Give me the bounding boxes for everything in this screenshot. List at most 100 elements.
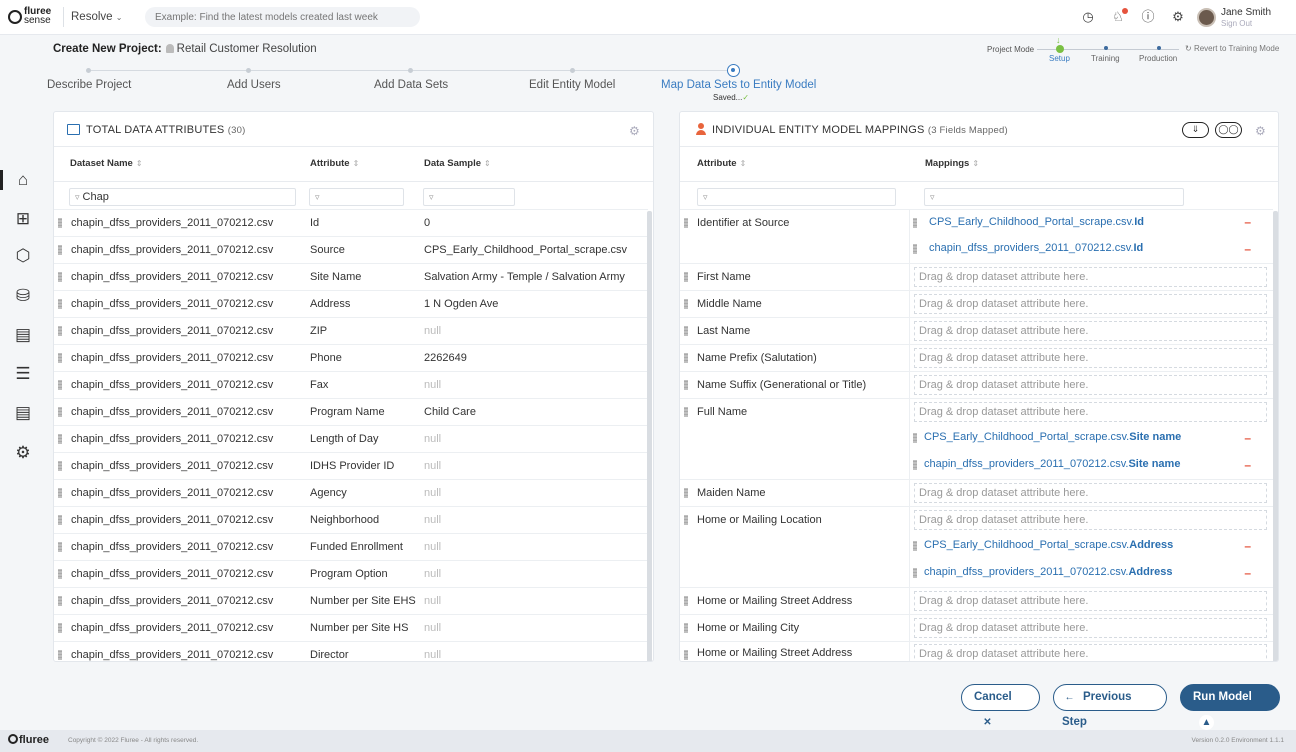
drag-handle-icon[interactable]	[58, 326, 62, 336]
drag-handle-icon[interactable]	[684, 353, 688, 363]
table-row[interactable]: chapin_dfss_providers_2011_070212.csv Pro…	[54, 398, 648, 425]
database-icon[interactable]: ⛁	[13, 286, 33, 306]
remove-mapping-icon[interactable]: –	[1244, 566, 1251, 580]
wizard-step-add-datasets[interactable]: Add Data Sets	[374, 79, 448, 91]
table-row[interactable]: chapin_dfss_providers_2011_070212.csv Add…	[54, 290, 648, 317]
filter-entity-attribute-input[interactable]: ▿	[697, 188, 896, 206]
drop-zone[interactable]: Drag & drop dataset attribute here.	[914, 644, 1267, 661]
drop-zone[interactable]: Drag & drop dataset attribute here.	[914, 510, 1267, 530]
fluree-sense-logo[interactable]: fluree sense	[8, 7, 51, 26]
help-icon[interactable]: ⓘ	[1140, 9, 1156, 25]
document-icon[interactable]: ▤	[13, 325, 33, 345]
table-row[interactable]: chapin_dfss_providers_2011_070212.csv Dir…	[54, 641, 648, 661]
table-row[interactable]: chapin_dfss_providers_2011_070212.csv Num…	[54, 614, 648, 641]
col-mappings[interactable]: Mappings ⇕	[925, 158, 979, 169]
wizard-dot-1[interactable]	[86, 68, 91, 73]
grid-icon[interactable]: ⊞	[13, 209, 33, 229]
drag-handle-icon[interactable]	[913, 218, 917, 228]
cube-icon[interactable]: ⬡	[13, 246, 33, 266]
remove-mapping-icon[interactable]: –	[1244, 215, 1251, 229]
table-row[interactable]: chapin_dfss_providers_2011_070212.csv Pro…	[54, 560, 648, 587]
drag-handle-icon[interactable]	[913, 460, 917, 470]
drag-handle-icon[interactable]	[58, 542, 62, 552]
mapped-attribute[interactable]: CPS_Early_Childhood_Portal_scrape.csv.Ad…	[924, 539, 1173, 551]
mode-step-production[interactable]: Production	[1139, 54, 1177, 63]
bell-icon[interactable]: ♘	[1110, 8, 1128, 25]
drag-handle-icon[interactable]	[58, 569, 62, 579]
drag-handle-icon[interactable]	[58, 380, 62, 390]
table-row[interactable]: chapin_dfss_providers_2011_070212.csv Fun…	[54, 533, 648, 560]
drop-zone[interactable]: Drag & drop dataset attribute here.	[914, 402, 1267, 422]
drag-handle-icon[interactable]	[58, 461, 62, 471]
wizard-dot-4[interactable]	[570, 68, 575, 73]
import-icon[interactable]: ⇓	[1182, 122, 1209, 138]
mapped-attribute[interactable]: chapin_dfss_providers_2011_070212.csv.Ad…	[924, 566, 1173, 578]
wizard-step-map-datasets[interactable]: Map Data Sets to Entity Model	[661, 79, 816, 91]
drag-handle-icon[interactable]	[684, 488, 688, 498]
drag-handle-icon[interactable]	[58, 299, 62, 309]
drop-zone[interactable]: Drag & drop dataset attribute here.	[914, 294, 1267, 314]
module-dropdown[interactable]: Resolve ⌄	[71, 11, 122, 23]
mode-setup-dot[interactable]	[1056, 45, 1064, 53]
drag-handle-icon[interactable]	[58, 596, 62, 606]
drag-handle-icon[interactable]	[913, 568, 917, 578]
wizard-step-describe[interactable]: Describe Project	[47, 79, 131, 91]
avatar[interactable]	[1197, 8, 1216, 27]
drag-handle-icon[interactable]	[684, 299, 688, 309]
col-entity-attribute[interactable]: Attribute ⇕	[697, 158, 746, 169]
mode-step-setup[interactable]: Setup	[1049, 54, 1070, 63]
remove-mapping-icon[interactable]: –	[1244, 458, 1251, 472]
wizard-dot-current[interactable]	[727, 64, 740, 77]
drop-zone[interactable]: Drag & drop dataset attribute here.	[914, 348, 1267, 368]
drop-zone[interactable]: Drag & drop dataset attribute here.	[914, 321, 1267, 341]
table-row[interactable]: chapin_dfss_providers_2011_070212.csv Sou…	[54, 236, 648, 263]
drag-handle-icon[interactable]	[58, 488, 62, 498]
table-row[interactable]: chapin_dfss_providers_2011_070212.csv Num…	[54, 587, 648, 614]
chart-icon[interactable]: ◷	[1080, 9, 1096, 25]
panel-settings-icon[interactable]: ⚙	[629, 124, 640, 138]
table-row[interactable]: chapin_dfss_providers_2011_070212.csv Sit…	[54, 263, 648, 290]
drop-zone[interactable]: Drag & drop dataset attribute here.	[914, 375, 1267, 395]
drag-handle-icon[interactable]	[913, 244, 917, 254]
mapped-attribute[interactable]: CPS_Early_Childhood_Portal_scrape.csv.Si…	[924, 431, 1181, 443]
preview-icon[interactable]: ◯◯	[1215, 122, 1242, 138]
drag-handle-icon[interactable]	[58, 434, 62, 444]
drag-handle-icon[interactable]	[58, 650, 62, 660]
sign-out-link[interactable]: Sign Out	[1221, 19, 1252, 28]
filter-sample-input[interactable]: ▿	[423, 188, 515, 206]
remove-mapping-icon[interactable]: –	[1244, 539, 1251, 553]
wizard-step-edit-model[interactable]: Edit Entity Model	[529, 79, 615, 91]
checklist-icon[interactable]: ☰	[13, 364, 33, 384]
drag-handle-icon[interactable]	[913, 541, 917, 551]
table-row[interactable]: chapin_dfss_providers_2011_070212.csv Len…	[54, 425, 648, 452]
col-dataset-name[interactable]: Dataset Name ⇕	[70, 158, 143, 169]
table-row[interactable]: chapin_dfss_providers_2011_070212.csv Pho…	[54, 344, 648, 371]
mode-training-dot[interactable]	[1104, 46, 1108, 50]
remove-mapping-icon[interactable]: –	[1244, 431, 1251, 445]
drag-handle-icon[interactable]	[913, 433, 917, 443]
wizard-step-add-users[interactable]: Add Users	[227, 79, 281, 91]
table-row[interactable]: chapin_dfss_providers_2011_070212.csv Fax…	[54, 371, 648, 398]
mapped-attribute[interactable]: CPS_Early_Childhood_Portal_scrape.csv.Id	[929, 216, 1144, 228]
drag-handle-icon[interactable]	[58, 272, 62, 282]
drag-handle-icon[interactable]	[684, 596, 688, 606]
drag-handle-icon[interactable]	[684, 380, 688, 390]
wizard-dot-3[interactable]	[408, 68, 413, 73]
previous-step-button[interactable]: ← Previous Step	[1053, 684, 1167, 728]
scrollbar[interactable]	[1273, 211, 1278, 661]
mode-step-training[interactable]: Training	[1091, 54, 1120, 63]
drag-handle-icon[interactable]	[58, 353, 62, 363]
table-row[interactable]: chapin_dfss_providers_2011_070212.csv Age…	[54, 479, 648, 506]
wizard-dot-2[interactable]	[246, 68, 251, 73]
table-row[interactable]: chapin_dfss_providers_2011_070212.csv Nei…	[54, 506, 648, 533]
drag-handle-icon[interactable]	[684, 272, 688, 282]
drag-handle-icon[interactable]	[684, 218, 688, 228]
settings-icon[interactable]: ⚙	[13, 443, 33, 463]
panel-settings-icon[interactable]: ⚙	[1255, 124, 1266, 138]
drag-handle-icon[interactable]	[58, 218, 62, 228]
server-icon[interactable]: ▤	[13, 403, 33, 423]
drop-zone[interactable]: Drag & drop dataset attribute here.	[914, 267, 1267, 287]
table-row[interactable]: chapin_dfss_providers_2011_070212.csv Id 0	[54, 209, 648, 236]
mapped-attribute[interactable]: chapin_dfss_providers_2011_070212.csv.Id	[929, 242, 1143, 254]
home-icon[interactable]: ⌂	[13, 170, 33, 190]
